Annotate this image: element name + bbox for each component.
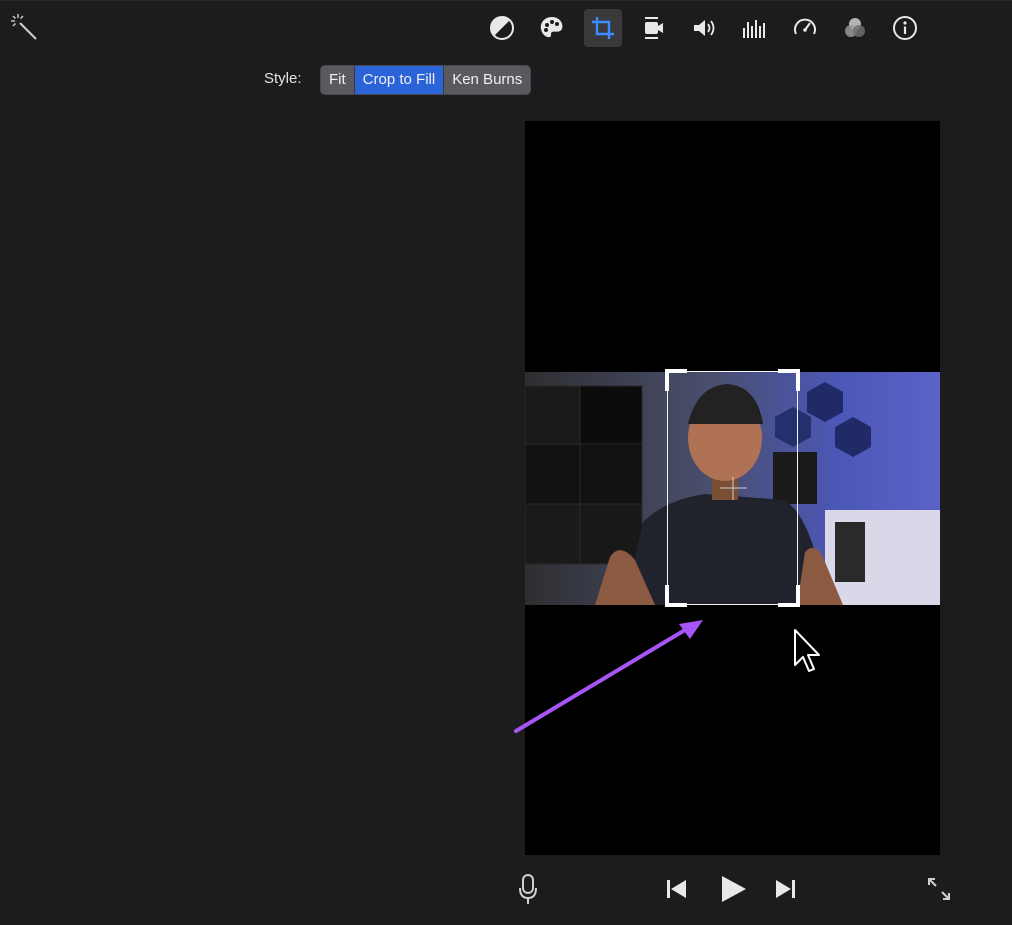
style-option-ken-burns[interactable]: Ken Burns [444, 66, 530, 94]
play-button[interactable] [716, 872, 750, 906]
crop-handle-bottom-right[interactable] [778, 585, 800, 607]
stabilization-camera-icon [645, 17, 663, 39]
playback-bar [500, 860, 1012, 920]
volume-icon [694, 20, 715, 36]
skip-back-icon [667, 880, 686, 898]
color-balance-button[interactable] [483, 9, 521, 47]
skip-back-button[interactable] [664, 876, 690, 902]
fullscreen-button[interactable] [924, 874, 954, 904]
style-label: Style: [264, 70, 302, 87]
crop-handle-bottom-left[interactable] [665, 585, 687, 607]
style-option-crop-to-fill[interactable]: Crop to Fill [354, 66, 445, 94]
filter-button[interactable] [836, 9, 874, 47]
crop-rectangle[interactable] [665, 369, 800, 607]
top-toolbar [0, 0, 1012, 57]
crop-button[interactable] [584, 9, 622, 47]
crop-handle-top-left[interactable] [665, 369, 687, 391]
color-correction-button[interactable] [533, 9, 571, 47]
play-icon [722, 876, 746, 902]
microphone-icon [519, 874, 537, 904]
stabilization-button[interactable] [634, 9, 672, 47]
info-icon [893, 16, 917, 40]
speed-icon [794, 18, 816, 35]
color-palette-icon [540, 17, 563, 38]
speed-button[interactable] [786, 9, 824, 47]
crop-icon [592, 17, 614, 39]
fullscreen-icon [928, 878, 950, 900]
info-button[interactable] [886, 9, 924, 47]
skip-forward-button[interactable] [772, 876, 798, 902]
skip-forward-icon [776, 880, 795, 898]
style-option-fit[interactable]: Fit [321, 66, 355, 94]
equalizer-icon [743, 20, 765, 38]
crop-handle-top-right[interactable] [778, 369, 800, 391]
equalizer-button[interactable] [735, 9, 773, 47]
magic-wand-icon[interactable] [8, 11, 38, 41]
style-segmented-control: Fit Crop to Fill Ken Burns [320, 65, 532, 95]
voiceover-button[interactable] [516, 872, 540, 906]
volume-button[interactable] [685, 9, 723, 47]
filter-icon [845, 18, 865, 37]
color-balance-icon [490, 16, 514, 40]
